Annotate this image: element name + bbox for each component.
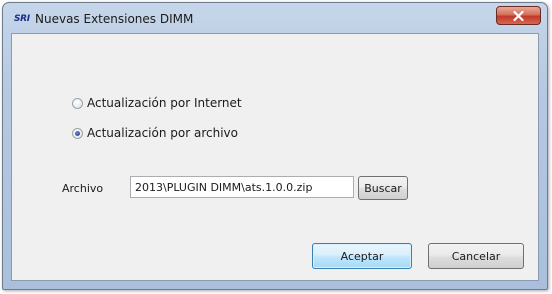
radio-archivo[interactable] bbox=[72, 127, 83, 139]
sri-logo-icon: SRI bbox=[14, 14, 30, 24]
accept-button[interactable]: Aceptar bbox=[312, 243, 412, 269]
file-label: Archivo bbox=[62, 182, 104, 195]
radio-internet-label: Actualización por Internet bbox=[87, 96, 242, 110]
cancel-button[interactable]: Cancelar bbox=[428, 243, 524, 269]
close-button[interactable] bbox=[496, 6, 541, 25]
radio-option-archivo[interactable]: Actualización por archivo bbox=[72, 126, 238, 140]
radio-selected-dot bbox=[75, 130, 80, 136]
dialog-content: Actualización por Internet Actualización… bbox=[11, 33, 539, 281]
radio-archivo-label: Actualización por archivo bbox=[87, 126, 238, 140]
browse-button[interactable]: Buscar bbox=[358, 176, 408, 200]
title-bar[interactable]: SRI Nuevas Extensiones DIMM bbox=[3, 3, 547, 33]
dialog-window: SRI Nuevas Extensiones DIMM Actualizació… bbox=[2, 2, 548, 290]
radio-option-internet[interactable]: Actualización por Internet bbox=[72, 96, 242, 110]
file-path-input[interactable] bbox=[130, 176, 354, 198]
close-icon bbox=[513, 10, 524, 21]
radio-internet[interactable] bbox=[72, 97, 83, 109]
window-title: Nuevas Extensiones DIMM bbox=[35, 12, 194, 26]
